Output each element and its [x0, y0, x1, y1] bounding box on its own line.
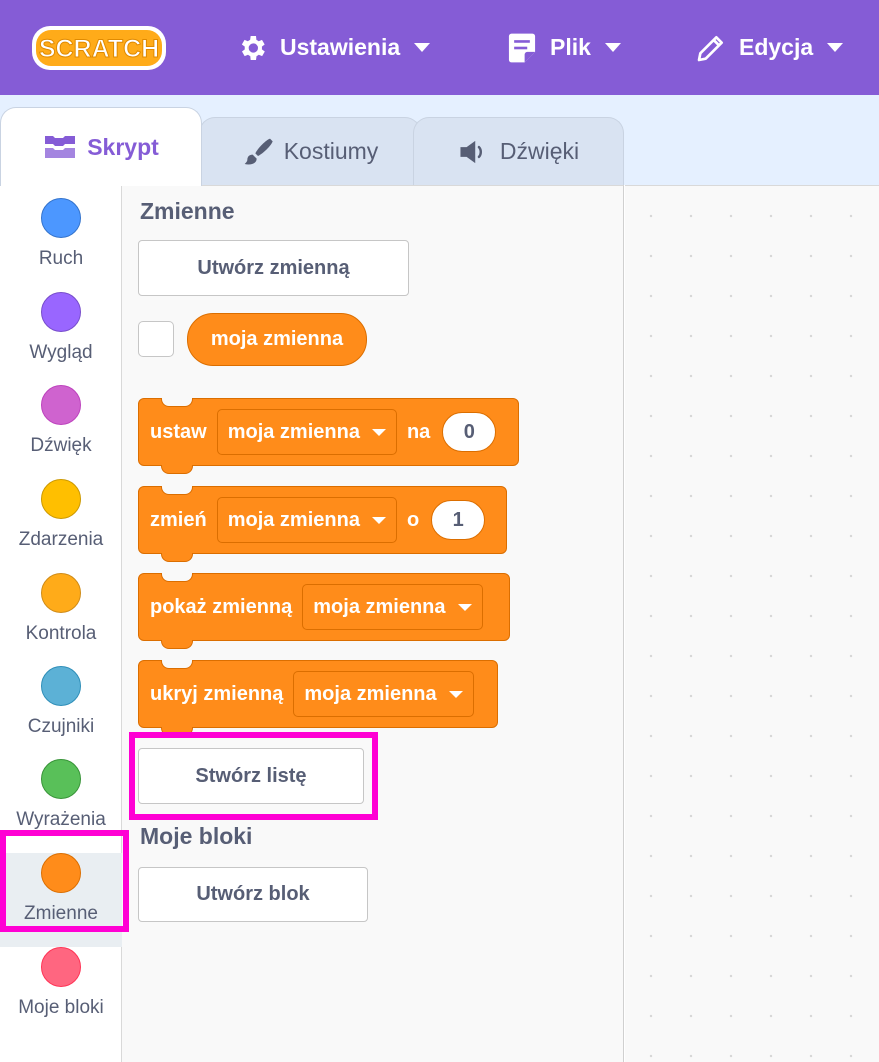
variable-reporter[interactable]: moja zmienna [187, 313, 367, 366]
block-joiner: o [406, 508, 420, 531]
block-label: ustaw [150, 420, 207, 443]
change-variable-block[interactable]: zmień moja zmienna o 1 [138, 486, 507, 562]
settings-label: Ustawienia [280, 34, 401, 60]
category-dot [41, 292, 81, 332]
highlight-variables-category [0, 830, 129, 932]
block-label: ukryj zmienną [150, 682, 284, 705]
category-label: Czujniki [27, 716, 95, 737]
file-label: Plik [550, 34, 591, 60]
category-dot [41, 385, 81, 425]
make-block-button[interactable]: Utwórz blok [138, 867, 368, 922]
category-my-blocks[interactable]: Moje bloki [0, 947, 122, 1041]
script-workspace[interactable] [625, 185, 879, 1062]
tab-sounds-label: Dźwięki [499, 138, 580, 164]
paintbrush-icon [244, 138, 273, 164]
dropdown-arrow-icon [448, 690, 463, 698]
gear-icon [241, 35, 265, 60]
category-dot [41, 573, 81, 613]
block-label: pokaż zmienną [150, 595, 293, 618]
chevron-down-icon [414, 43, 431, 52]
value-input[interactable]: 0 [442, 412, 497, 452]
edit-label: Edycja [739, 34, 814, 60]
category-motion[interactable]: Ruch [0, 198, 122, 292]
speaker-icon [460, 140, 482, 163]
show-variable-block[interactable]: pokaż zmienną moja zmienna [138, 573, 510, 649]
category-control[interactable]: Kontrola [0, 573, 122, 667]
chevron-down-icon [827, 43, 844, 52]
category-label: Moje bloki [18, 997, 104, 1018]
category-label: Zdarzenia [18, 529, 104, 550]
category-dot [41, 759, 81, 799]
variable-dropdown[interactable]: moja zmienna [216, 409, 397, 455]
dropdown-value: moja zmienna [313, 595, 446, 618]
variables-heading: Zmienne [140, 198, 235, 224]
dropdown-value: moja zmienna [227, 420, 360, 443]
dropdown-arrow-icon [371, 428, 386, 436]
category-label: Wyrażenia [16, 809, 106, 830]
category-label: Wygląd [29, 342, 93, 363]
variable-dropdown[interactable]: moja zmienna [293, 671, 474, 717]
tab-code-label: Skrypt [87, 133, 159, 160]
edit-menu[interactable]: Edycja [695, 0, 844, 95]
category-label: Kontrola [25, 623, 97, 644]
variable-dropdown[interactable]: moja zmienna [302, 584, 483, 630]
dropdown-arrow-icon [371, 516, 386, 524]
category-label: Dźwięk [30, 435, 92, 456]
chevron-down-icon [604, 43, 621, 52]
tab-costumes-label: Kostiumy [283, 138, 379, 164]
block-joiner: na [406, 420, 431, 443]
file-menu[interactable]: Plik [506, 0, 621, 95]
file-icon [508, 33, 536, 62]
dropdown-value: moja zmienna [227, 508, 360, 531]
category-looks[interactable]: Wygląd [0, 292, 122, 386]
variable-dropdown[interactable]: moja zmienna [216, 497, 397, 543]
menu-bar: SCRATCH Ustawienia Plik Edycja [0, 0, 879, 95]
category-dot [41, 947, 81, 987]
tab-code[interactable]: Skrypt [0, 107, 202, 186]
code-blocks-icon [45, 136, 76, 158]
category-sensing[interactable]: Czujniki [0, 666, 122, 760]
variable-checkbox[interactable] [138, 321, 174, 357]
scratch-logo[interactable]: SCRATCH [30, 22, 168, 74]
dropdown-arrow-icon [457, 603, 472, 611]
category-sound[interactable]: Dźwięk [0, 385, 122, 479]
category-dot [41, 198, 81, 238]
category-events[interactable]: Zdarzenia [0, 479, 122, 573]
settings-menu[interactable]: Ustawienia [236, 0, 431, 95]
pencil-icon [697, 35, 723, 61]
svg-text:SCRATCH: SCRATCH [39, 35, 159, 63]
my-blocks-heading: Moje bloki [140, 823, 253, 849]
category-dot [41, 479, 81, 519]
hide-variable-block[interactable]: ukryj zmienną moja zmienna [138, 660, 498, 736]
value-input[interactable]: 1 [431, 500, 486, 540]
category-label: Ruch [38, 248, 84, 269]
make-variable-button[interactable]: Utwórz zmienną [138, 240, 409, 296]
set-variable-block[interactable]: ustaw moja zmienna na 0 [138, 398, 519, 474]
dropdown-value: moja zmienna [304, 682, 437, 705]
tab-sounds[interactable]: Dźwięki [413, 117, 624, 185]
tab-costumes[interactable]: Kostiumy [199, 117, 421, 185]
block-label: zmień [150, 508, 207, 531]
highlight-make-list [129, 732, 378, 820]
category-dot [41, 666, 81, 706]
